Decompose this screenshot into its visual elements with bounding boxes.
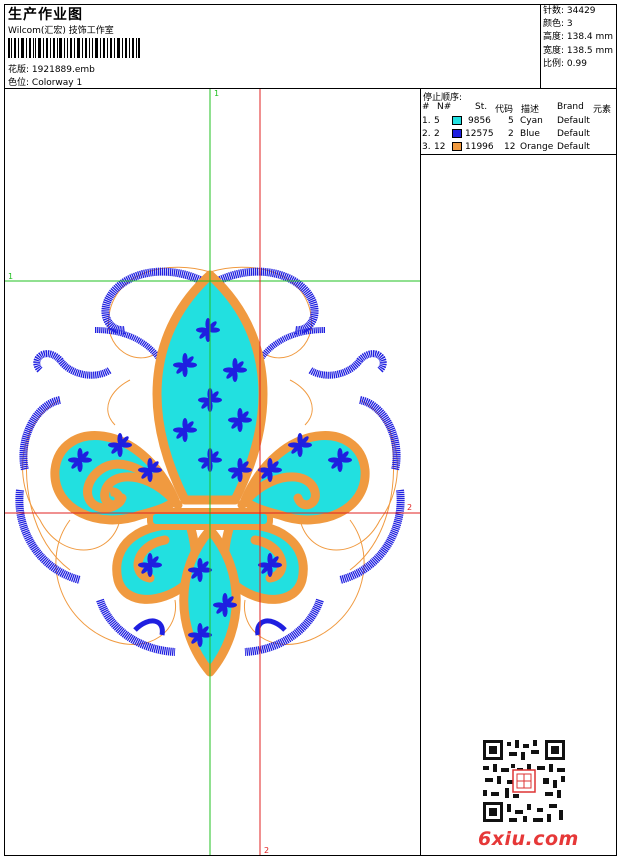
row-index: 1. (422, 116, 431, 126)
row-needle: 5 (434, 116, 440, 126)
red-horizontal-guide-label: 2 (407, 503, 413, 512)
col-code-header: 代码 (495, 105, 514, 115)
row-index: 3. (422, 142, 431, 152)
stats-divider (540, 4, 541, 88)
row-brand: Default (557, 116, 590, 126)
row-code: 2 (508, 129, 514, 139)
row-stitches: 12575 (465, 129, 494, 139)
row-index: 2. (422, 129, 431, 139)
row-desc: Orange (520, 142, 554, 152)
design-stats: 针数: 34429 颜色: 3 高度: 138.4 mm 宽度: 138.5 m… (543, 5, 613, 71)
side-panel-divider (420, 88, 421, 856)
design-canvas (5, 89, 420, 855)
row-brand: Default (557, 129, 590, 139)
col-needle-header: N# (437, 102, 452, 112)
col-stitches-header: St. (475, 102, 488, 112)
color-count: 颜色: 3 (543, 19, 573, 30)
design-width: 宽度: 138.5 mm (543, 45, 614, 56)
green-vertical-guide-label: 1 (214, 89, 220, 98)
design-label: 花版: (8, 65, 30, 75)
page-title: 生产作业图 (8, 7, 83, 23)
qr-code (481, 738, 567, 824)
row-stitches: 11996 (465, 142, 494, 152)
row-code: 5 (508, 116, 514, 126)
barcode (8, 38, 140, 58)
red-vertical-guide-label: 2 (264, 846, 270, 855)
table-bottom-divider (420, 154, 617, 155)
row-desc: Cyan (520, 116, 543, 126)
col-index-header: # (422, 102, 430, 112)
color-swatch-cyan (452, 116, 462, 125)
col-desc-header: 描述 (521, 105, 540, 115)
row-needle: 12 (434, 142, 446, 152)
watermark-logo: 6xiu.com (478, 828, 579, 850)
color-swatch-orange (452, 142, 462, 151)
design-file-name: 1921889.emb (31, 65, 95, 75)
colorway-value: Colorway 1 (31, 78, 83, 88)
studio-name: Wilcom(汇宏) 技饰工作室 (8, 26, 114, 36)
color-swatch-blue (452, 129, 462, 138)
colorway-label: 色位: (8, 78, 30, 88)
design-height: 高度: 138.4 mm (543, 32, 614, 43)
row-stitches: 9856 (468, 116, 491, 126)
col-brand-header: Brand (557, 102, 584, 112)
row-brand: Default (557, 142, 590, 152)
design-scale: 比例: 0.99 (543, 58, 587, 69)
row-needle: 2 (434, 129, 440, 139)
stop-sequence-table: # N# St. 代码 描述 Brand 元素 1. 5 9856 5 Cyan… (420, 100, 617, 154)
stitch-count: 针数: 34429 (543, 6, 596, 16)
green-horizontal-guide-label: 1 (8, 272, 14, 281)
row-desc: Blue (520, 129, 540, 139)
col-element-header: 元素 (593, 105, 612, 115)
design-file-row: 花版: 1921889.emb (8, 62, 95, 75)
colorway-row: 色位: Colorway 1 (8, 75, 82, 88)
row-code: 12 (504, 142, 516, 152)
